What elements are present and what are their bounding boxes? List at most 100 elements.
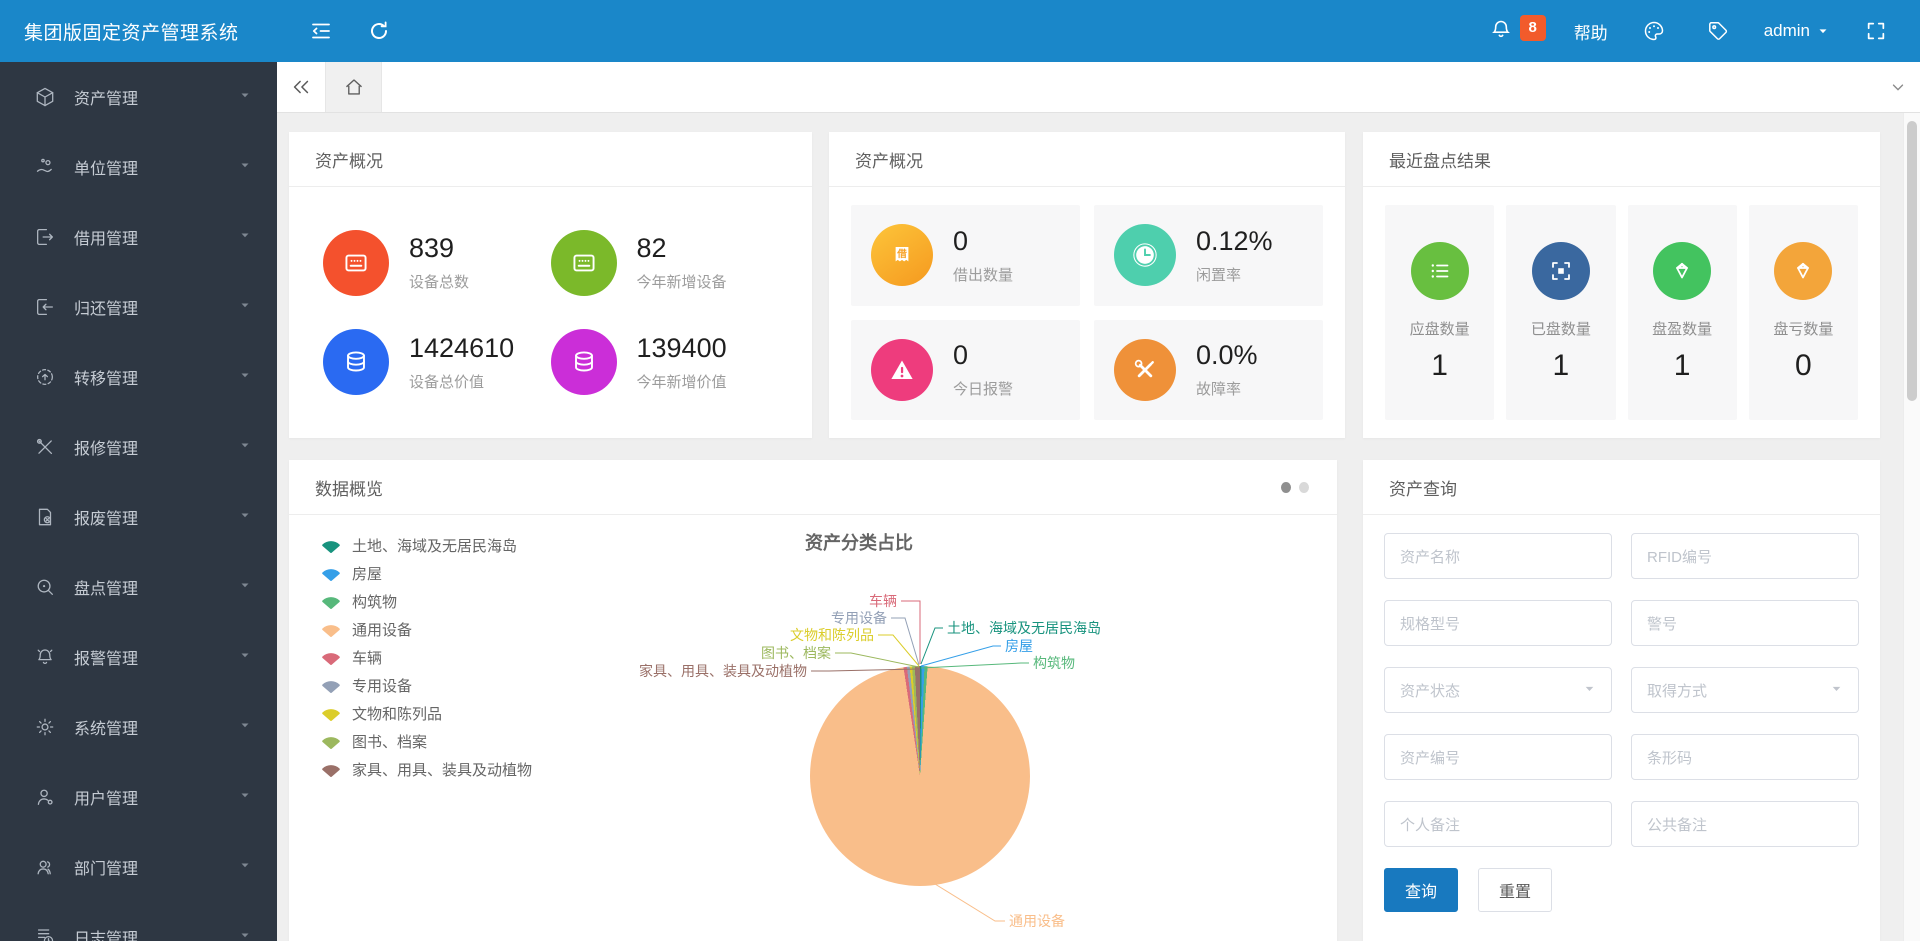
sidebar-item-return[interactable]: 归还管理	[0, 272, 277, 342]
stat-item: 82 今年新增设备	[550, 213, 779, 313]
asset-number-input[interactable]: 资产编号	[1384, 734, 1612, 780]
notification-badge: 8	[1519, 14, 1546, 41]
asset-status-select[interactable]: 资产状态	[1384, 667, 1612, 713]
legend-item[interactable]: 构筑物	[319, 591, 532, 611]
repair-tools-icon	[34, 436, 56, 458]
legend-item[interactable]: 土地、海域及无居民海岛	[319, 535, 532, 555]
inventory-tile: 应盘数量 1	[1385, 205, 1495, 420]
legend-label: 车辆	[352, 649, 383, 667]
transfer-icon	[34, 366, 56, 388]
carousel-dot[interactable]	[1299, 482, 1309, 493]
sidebar: 资产管理单位管理 借用管理 归还管理转移管理报修管理 报废管理盘点管理报警管理系统管理…	[0, 62, 277, 941]
asset-name-input[interactable]: 资产名称	[1384, 533, 1612, 579]
legend-item[interactable]: 车辆	[319, 647, 532, 667]
svg-text:文物和陈列品: 文物和陈列品	[790, 627, 874, 643]
badge-number-input[interactable]: 警号	[1631, 600, 1859, 646]
legend-item[interactable]: 通用设备	[319, 619, 532, 639]
log-doc-icon	[34, 926, 56, 941]
stat-label: 设备总数	[409, 274, 470, 292]
username: admin	[1763, 21, 1810, 40]
stat-value: 0	[953, 340, 969, 371]
refresh-icon[interactable]	[361, 13, 397, 49]
sidebar-item-system[interactable]: 系统管理	[0, 692, 277, 762]
sidebar-item-assets[interactable]: 资产管理	[0, 62, 277, 132]
search-button[interactable]: 查询	[1384, 868, 1458, 912]
sidebar-item-logs[interactable]: 日志管理	[0, 902, 277, 941]
stat-label: 故障率	[1196, 381, 1242, 399]
input-placeholder: 资产名称	[1400, 548, 1461, 566]
top-bar: 集团版固定资产管理系统 8 帮助 admin	[0, 0, 1920, 62]
return-in-icon	[34, 296, 56, 318]
chart-legend: 土地、海域及无居民海岛 房屋构筑物通用设备车辆专用设备文物和陈列品 图书、档案家具、…	[319, 535, 532, 787]
fullscreen-icon[interactable]	[1858, 13, 1894, 49]
stat-tile: 借 0 借出数量	[851, 205, 1080, 306]
sidebar-item-label: 资产管理	[74, 91, 139, 108]
sidebar-item-label: 转移管理	[74, 371, 139, 388]
sidebar-item-label: 报警管理	[74, 651, 139, 668]
menu-fold-icon[interactable]	[303, 13, 339, 49]
chevron-down-icon	[239, 298, 251, 316]
crossed-tools-icon	[1114, 338, 1176, 401]
help-link[interactable]: 帮助	[1574, 19, 1608, 44]
sidebar-item-borrow[interactable]: 借用管理	[0, 202, 277, 272]
tab-home[interactable]	[325, 62, 382, 112]
svg-text:图书、档案: 图书、档案	[761, 645, 831, 661]
carousel-dot-active[interactable]	[1281, 482, 1291, 493]
chevron-down-icon[interactable]	[1876, 62, 1920, 112]
legend-item[interactable]: 图书、档案	[319, 731, 532, 751]
barcode-input[interactable]: 条形码	[1631, 734, 1859, 780]
sidebar-item-departments[interactable]: 部门管理	[0, 832, 277, 902]
chevron-down-icon	[239, 858, 251, 876]
card-title: 最近盘点结果	[1389, 151, 1491, 171]
chevron-down-icon	[239, 788, 251, 806]
sidebar-item-alarm[interactable]: 报警管理	[0, 622, 277, 692]
pie-chart[interactable]	[810, 666, 1030, 886]
notifications[interactable]: 8	[1489, 14, 1546, 46]
sidebar-item-scrap[interactable]: 报废管理	[0, 482, 277, 552]
select-placeholder: 取得方式	[1647, 682, 1708, 700]
select-placeholder: 资产状态	[1400, 682, 1461, 700]
device-icon	[550, 229, 617, 296]
inventory-tile: 盘亏数量 0	[1748, 205, 1858, 420]
sidebar-item-units[interactable]: 单位管理	[0, 132, 277, 202]
chevron-down-icon	[239, 368, 251, 386]
rfid-number-input[interactable]: RFID编号	[1631, 533, 1859, 579]
svg-text:借: 借	[896, 248, 907, 260]
public-note-input[interactable]: 公共备注	[1631, 801, 1859, 847]
stat-value: 0	[1795, 349, 1812, 382]
legend-item[interactable]: 房屋	[319, 563, 532, 583]
stat-item: 1424610 设备总价值	[323, 313, 551, 413]
collapse-sidebar-icon[interactable]	[277, 62, 325, 112]
acquisition-method-select[interactable]: 取得方式	[1631, 667, 1859, 713]
model-spec-input[interactable]: 规格型号	[1384, 600, 1612, 646]
stat-value: 1	[1552, 349, 1570, 382]
stat-tile: 0 今日报警	[851, 319, 1080, 420]
scrollbar[interactable]	[1903, 113, 1920, 941]
sidebar-item-label: 盘点管理	[74, 581, 139, 598]
caret-down-icon	[1819, 29, 1827, 34]
input-placeholder: 条形码	[1647, 749, 1693, 767]
pie-sector-icon	[322, 737, 340, 749]
stat-tile: 0.0% 故障率	[1094, 319, 1323, 420]
scrollbar-thumb[interactable]	[1907, 121, 1917, 401]
user-menu[interactable]: admin	[1764, 21, 1830, 41]
stat-value: 139400	[636, 332, 727, 363]
theme-palette-icon[interactable]	[1636, 13, 1672, 49]
borrow-ticket-icon: 借	[871, 224, 933, 287]
sidebar-item-transfer[interactable]: 转移管理	[0, 342, 277, 412]
input-placeholder: 资产编号	[1400, 749, 1461, 767]
sidebar-item-repair[interactable]: 报修管理	[0, 412, 277, 482]
personal-note-input[interactable]: 个人备注	[1384, 801, 1612, 847]
reset-button[interactable]: 重置	[1478, 868, 1552, 912]
scan-icon	[1531, 242, 1590, 300]
legend-item[interactable]: 文物和陈列品	[319, 703, 532, 723]
tag-icon[interactable]	[1700, 13, 1736, 49]
legend-item[interactable]: 家具、用具、装具及动植物	[319, 759, 532, 779]
sidebar-item-inventory[interactable]: 盘点管理	[0, 552, 277, 622]
legend-item[interactable]: 专用设备	[319, 675, 532, 695]
stat-item: 839 设备总数	[323, 213, 551, 313]
legend-label: 构筑物	[352, 593, 398, 611]
bell-icon	[1489, 17, 1513, 46]
inventory-search-icon	[34, 576, 56, 598]
sidebar-item-users[interactable]: 用户管理	[0, 762, 277, 832]
